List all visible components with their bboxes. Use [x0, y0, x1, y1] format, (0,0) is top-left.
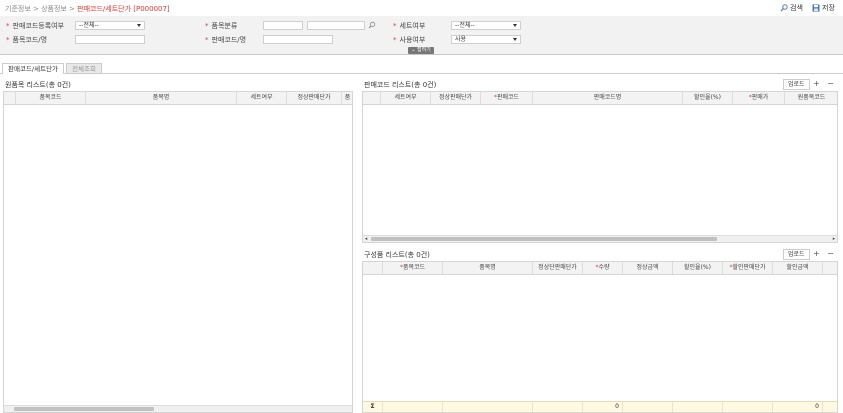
column-header[interactable]: 판매코드명	[533, 92, 683, 104]
use-yn-select[interactable]: 사용	[451, 35, 521, 44]
sale-upload-button[interactable]: 업로드	[783, 79, 810, 90]
column-header[interactable]: *할인판매단가	[723, 262, 773, 274]
column-header[interactable]: 정상판매단가	[287, 92, 342, 104]
item-class-name-input[interactable]	[307, 21, 365, 30]
column-header[interactable]: 품목명	[443, 262, 533, 274]
left-panel-title: 원품목 리스트(총 0건)	[5, 81, 71, 89]
save-icon	[812, 4, 820, 11]
summary-cell	[533, 402, 583, 412]
scroll-left-icon[interactable]: ◂	[363, 236, 369, 242]
row-number-header	[363, 92, 381, 104]
row-number-header	[363, 262, 383, 274]
item-class-label: * 품목분류	[205, 22, 238, 30]
sale-code-reg-select[interactable]: --전체--	[75, 21, 145, 30]
original-item-grid: 품목코드 품목명 세트여부 정상판매단가 품	[3, 91, 353, 413]
search-icon	[780, 3, 788, 11]
set-yn-label: * 세트여부	[393, 22, 426, 30]
column-header[interactable]: 세트여부	[381, 92, 431, 104]
summary-cell	[723, 402, 773, 412]
component-add-row-icon[interactable]: +	[812, 249, 821, 258]
summary-amount-total: 0	[773, 402, 823, 412]
save-button[interactable]: 저장	[812, 2, 835, 13]
sale-code-grid-header: 세트여부 정상판매단가 *판매코드 판매코드명 할인율(%) *판매가 원품목코…	[363, 92, 837, 105]
save-button-label: 저장	[822, 3, 835, 12]
sale-add-row-icon[interactable]: +	[812, 79, 821, 88]
scroll-right-icon[interactable]: ▸	[831, 236, 837, 242]
column-header[interactable]: 정상판매단가	[431, 92, 481, 104]
column-header[interactable]: 세트여부	[237, 92, 287, 104]
column-header[interactable]: 할인율(%)	[683, 92, 733, 104]
summary-cell	[673, 402, 723, 412]
use-yn-label: * 사용여부	[393, 36, 426, 44]
column-header[interactable]: *판매코드	[481, 92, 533, 104]
sale-code-grid: 세트여부 정상판매단가 *판매코드 판매코드명 할인율(%) *판매가 원품목코…	[362, 91, 838, 243]
sale-code-label: * 판매코드/명	[205, 36, 247, 44]
search-button-label: 검색	[790, 3, 803, 12]
summary-cell	[623, 402, 673, 412]
column-header[interactable]: 품목명	[86, 92, 237, 104]
column-header[interactable]: *판매가	[733, 92, 785, 104]
summary-cell	[443, 402, 533, 412]
column-header[interactable]: 원품목코드	[785, 92, 837, 104]
sale-code-reg-label: * 판매코드등록여부	[6, 22, 65, 30]
original-item-grid-hscroll[interactable]	[4, 405, 352, 412]
item-code-input[interactable]	[75, 35, 145, 44]
sale-code-grid-hscroll[interactable]: ◂ ▸	[363, 235, 837, 242]
chevron-down-icon: ⌄	[411, 47, 416, 53]
breadcrumb-current: 판매코드/세트단가 [P000007]	[77, 5, 170, 13]
column-header[interactable]: 정상단판매단가	[533, 262, 583, 274]
set-yn-select[interactable]: --전체--	[451, 21, 521, 30]
breadcrumb-path: 기준정보 > 상품정보 >	[5, 5, 78, 13]
sale-panel-title: 판매코드 리스트(총 0건)	[364, 81, 437, 89]
column-header[interactable]: *수량	[583, 262, 623, 274]
collapse-search-button[interactable]: ⌄ 접히기	[408, 47, 434, 54]
breadcrumb: 기준정보 > 상품정보 > 판매코드/세트단가 [P000007]	[5, 4, 170, 14]
scroll-thumb[interactable]	[371, 237, 717, 241]
tab-sale-code-set-price[interactable]: 판매코드/세트단가	[2, 63, 65, 74]
item-class-code-input[interactable]	[263, 21, 303, 30]
item-code-label: * 품목코드/명	[6, 36, 48, 44]
sale-code-input[interactable]	[263, 35, 333, 44]
component-remove-row-icon[interactable]: −	[826, 249, 835, 258]
column-header[interactable]: 할인금액	[773, 262, 823, 274]
row-number-header	[4, 92, 16, 104]
search-button[interactable]: 검색	[780, 2, 803, 13]
sum-icon: Σ	[363, 402, 383, 412]
component-panel-title: 구성품 리스트(총 0건)	[364, 251, 430, 259]
column-header[interactable]: 품	[342, 92, 352, 104]
tab-divider	[0, 73, 843, 74]
column-header[interactable]: *품목코드	[383, 262, 443, 274]
item-class-search-icon[interactable]	[368, 21, 376, 29]
scroll-thumb[interactable]	[14, 407, 154, 411]
summary-qty-total: 0	[583, 402, 623, 412]
column-header[interactable]: 할인율(%)	[673, 262, 723, 274]
component-grid: *품목코드 품목명 정상단판매단가 *수량 정상금액 할인율(%) *할인판매단…	[362, 261, 838, 413]
component-summary-row: Σ 0 0	[363, 401, 837, 412]
column-header[interactable]: 품목코드	[16, 92, 86, 104]
top-bar: 기준정보 > 상품정보 > 판매코드/세트단가 [P000007] 검색 저장	[0, 0, 843, 16]
component-grid-header: *품목코드 품목명 정상단판매단가 *수량 정상금액 할인율(%) *할인판매단…	[363, 262, 837, 275]
summary-cell	[383, 402, 443, 412]
original-item-grid-header: 품목코드 품목명 세트여부 정상판매단가 품	[4, 92, 352, 105]
component-upload-button[interactable]: 업로드	[783, 249, 810, 260]
column-header[interactable]: 정상금액	[623, 262, 673, 274]
sale-remove-row-icon[interactable]: −	[826, 79, 835, 88]
